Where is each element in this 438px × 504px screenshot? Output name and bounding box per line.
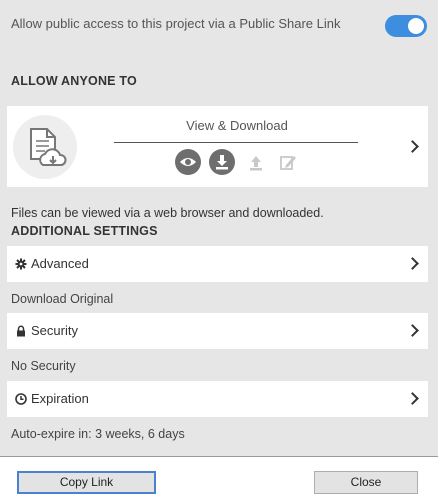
- expiration-row[interactable]: Expiration: [7, 381, 428, 417]
- expiration-label: Expiration: [31, 391, 89, 406]
- gear-icon: [15, 258, 27, 270]
- permission-card[interactable]: View & Download: [7, 106, 428, 187]
- security-value: No Security: [11, 359, 76, 373]
- security-label: Security: [31, 323, 78, 338]
- advanced-row[interactable]: Advanced: [7, 246, 428, 282]
- download-icon: [209, 149, 235, 175]
- advanced-value: Download Original: [11, 292, 114, 306]
- advanced-label: Advanced: [31, 256, 89, 271]
- dialog-footer: Copy Link Close: [0, 456, 438, 504]
- chevron-right-icon: [406, 139, 419, 153]
- edit-icon: [275, 149, 301, 175]
- permission-title: View & Download: [186, 118, 288, 133]
- public-share-label: Allow public access to this project via …: [11, 16, 341, 31]
- allow-anyone-heading: ALLOW ANYONE TO: [11, 74, 137, 88]
- chevron-right-icon: [406, 324, 419, 337]
- permission-description: Files can be viewed via a web browser an…: [11, 206, 324, 220]
- chevron-right-icon: [406, 392, 419, 405]
- public-share-toggle[interactable]: [385, 15, 427, 37]
- expiration-value: Auto-expire in: 3 weeks, 6 days: [11, 427, 185, 441]
- upload-icon: [243, 149, 269, 175]
- share-settings-panel: Allow public access to this project via …: [0, 0, 438, 456]
- lock-icon: [17, 325, 25, 337]
- clock-icon: [15, 393, 27, 405]
- copy-link-button[interactable]: Copy Link: [17, 471, 156, 494]
- close-button[interactable]: Close: [314, 471, 418, 494]
- public-share-toggle-row: Allow public access to this project via …: [11, 14, 427, 54]
- additional-settings-heading: ADDITIONAL SETTINGS: [11, 224, 158, 238]
- permission-divider: [114, 142, 358, 143]
- view-icon: [175, 149, 201, 175]
- security-row[interactable]: Security: [7, 313, 428, 349]
- cloud-document-icon: [13, 115, 77, 179]
- toggle-knob: [408, 18, 424, 34]
- chevron-right-icon: [406, 257, 419, 270]
